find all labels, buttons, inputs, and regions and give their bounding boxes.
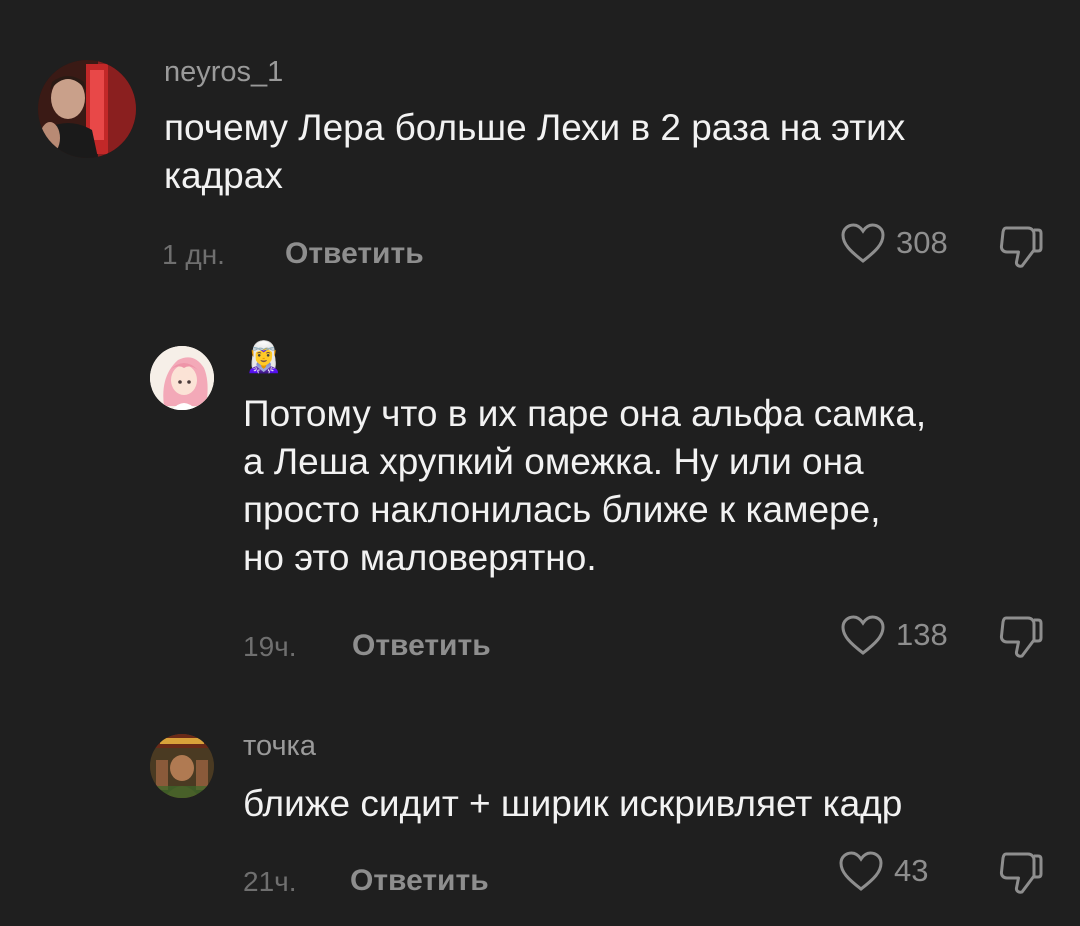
like-button[interactable]: 43 (838, 850, 928, 892)
thumbs-down-icon (999, 852, 1043, 894)
comment-username[interactable]: neyros_1 (164, 56, 283, 89)
anime-girl-avatar-icon (150, 346, 214, 410)
dislike-button[interactable] (998, 612, 1044, 665)
comment-time: 21ч. (243, 866, 297, 897)
comment-text-line: просто наклонилась ближе к камере, (243, 489, 881, 530)
dislike-button[interactable] (998, 222, 1044, 275)
comment-text-line: Потому что в их паре она альфа самка, (243, 393, 927, 434)
comment-text-line: ближе сидит + ширик искривляет кадр (243, 783, 903, 824)
game-cover-avatar-icon (150, 734, 214, 798)
avatar[interactable] (150, 734, 214, 798)
comment-text-line: почему Лера больше Лехи в 2 раза на этих (164, 107, 906, 148)
thumbs-down-icon (999, 226, 1043, 268)
heart-outline-icon (841, 223, 885, 263)
avatar[interactable] (150, 346, 214, 410)
comment-time: 1 дн. (162, 239, 225, 270)
comment-text: почему Лера больше Лехи в 2 раза на этих… (164, 104, 905, 200)
reply-button[interactable]: Ответить (352, 629, 491, 663)
comment-item: точка ближе сидит + ширик искривляет кад… (0, 700, 1080, 926)
avatar[interactable] (38, 60, 136, 158)
heart-outline-icon (839, 851, 883, 891)
comment-item: 🧝‍♀️ Потому что в их паре она альфа самк… (0, 300, 1080, 700)
reply-button[interactable]: Ответить (285, 237, 424, 271)
comment-username[interactable]: точка (243, 730, 316, 763)
comment-item: neyros_1 почему Лера больше Лехи в 2 раз… (0, 0, 1080, 300)
like-button[interactable]: 308 (840, 222, 948, 264)
comment-username[interactable]: 🧝‍♀️ (245, 340, 282, 375)
like-count: 43 (894, 853, 929, 888)
comment-text-line: но это маловерятно. (243, 537, 597, 578)
reply-button[interactable]: Ответить (350, 864, 489, 898)
heart-outline-icon (841, 615, 885, 655)
user-photo-avatar-icon (38, 60, 136, 158)
comment-text: Потому что в их паре она альфа самка, а … (243, 390, 926, 582)
like-button[interactable]: 138 (840, 614, 948, 656)
like-count: 308 (896, 225, 948, 260)
comment-time: 19ч. (243, 631, 297, 662)
thumbs-down-icon (999, 616, 1043, 658)
comment-text-line: а Леша хрупкий омежка. Ну или она (243, 441, 864, 482)
like-count: 138 (896, 617, 948, 652)
comment-text-line: кадрах (164, 155, 283, 196)
dislike-button[interactable] (998, 848, 1044, 901)
comment-text: ближе сидит + ширик искривляет кадр (243, 780, 902, 828)
